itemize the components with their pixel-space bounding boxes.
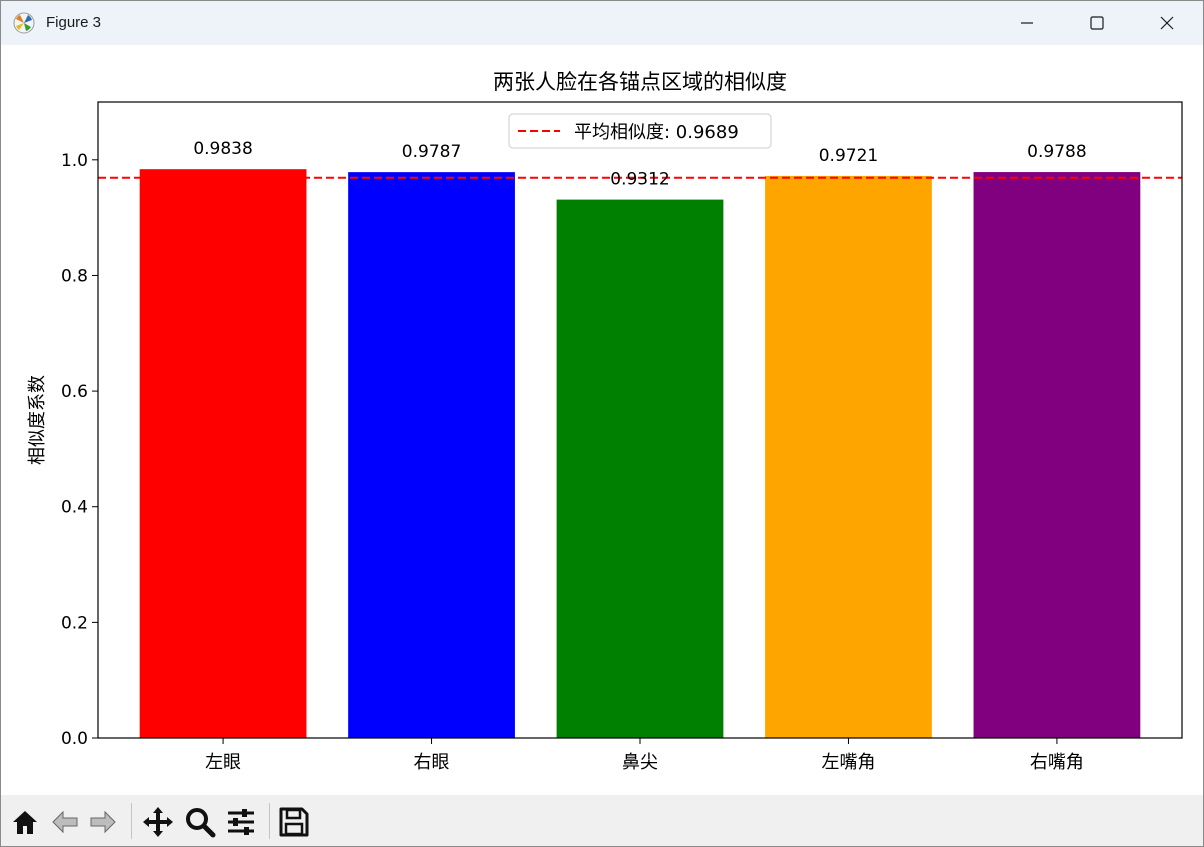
bar <box>973 172 1141 739</box>
configure-subplots-icon <box>228 809 254 835</box>
y-axis-label: 相似度系数 <box>27 375 48 465</box>
save-icon <box>279 807 309 837</box>
home-button[interactable] <box>8 805 42 839</box>
x-tick-label: 左嘴角 <box>821 752 875 773</box>
configure-subplots-button[interactable] <box>224 805 258 839</box>
y-tick-label: 0.4 <box>61 498 88 518</box>
minimize-button[interactable] <box>1004 1 1050 45</box>
y-tick-label: 0.6 <box>61 382 88 402</box>
home-icon <box>13 811 37 834</box>
zoom-button[interactable] <box>183 805 217 839</box>
back-arrow-icon <box>52 810 78 834</box>
y-tick-label: 0.2 <box>61 613 88 633</box>
forward-arrow-icon <box>90 810 116 834</box>
x-tick-label: 右嘴角 <box>1030 752 1084 773</box>
y-tick-label: 0.0 <box>61 729 88 749</box>
bar-value-label: 0.9788 <box>1027 142 1086 162</box>
forward-button[interactable] <box>86 805 120 839</box>
window-title: Figure 3 <box>46 14 102 31</box>
zoom-icon <box>186 808 216 838</box>
bar <box>139 169 307 739</box>
chart-title: 两张人脸在各锚点区域的相似度 <box>493 70 787 94</box>
title-bar[interactable]: Figure 3 <box>1 1 1203 45</box>
bar-value-label: 0.9721 <box>819 146 878 166</box>
x-tick-label: 右眼 <box>414 752 450 773</box>
save-button[interactable] <box>277 805 311 839</box>
maximize-icon <box>1090 16 1104 30</box>
bar-value-label: 0.9787 <box>402 142 461 162</box>
toolbar-separator <box>131 803 132 839</box>
figure-canvas[interactable]: 0.9838 0.9787 0.9312 0.9721 0.9788 0.0 0.2 0.4 0… <box>1 45 1203 795</box>
bar-value-label: 0.9838 <box>193 139 252 159</box>
pan-button[interactable] <box>141 805 175 839</box>
matplotlib-app-icon <box>13 12 35 34</box>
pan-icon <box>143 807 173 837</box>
x-tick-label: 左眼 <box>205 752 241 773</box>
canvas-edge <box>1191 45 1203 795</box>
toolbar-separator <box>269 803 270 839</box>
bar <box>765 175 932 738</box>
close-icon <box>1160 16 1174 30</box>
bar <box>348 172 515 739</box>
x-tick-label: 鼻尖 <box>622 752 658 773</box>
y-tick-label: 0.8 <box>61 266 88 286</box>
close-button[interactable] <box>1144 1 1190 45</box>
y-tick-label: 1.0 <box>61 151 88 171</box>
maximize-button[interactable] <box>1074 1 1120 45</box>
bar-value-label: 0.9312 <box>610 170 669 190</box>
navigation-toolbar <box>1 795 1203 846</box>
figure-window: Figure 3 0.9838 0.9787 0.9312 0.9721 0.9788 0… <box>0 0 1204 847</box>
legend-entry-label: 平均相似度: 0.9689 <box>574 122 739 143</box>
back-button[interactable] <box>48 805 82 839</box>
minimize-icon <box>1021 22 1033 24</box>
bar <box>556 199 724 738</box>
bar-chart: 0.9838 0.9787 0.9312 0.9721 0.9788 0.0 0.2 0.4 0… <box>27 70 1183 773</box>
